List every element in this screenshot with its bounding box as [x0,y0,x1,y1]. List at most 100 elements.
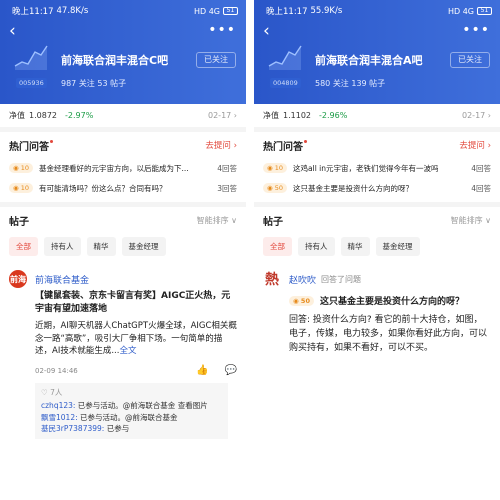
nav-value: 1.0872 [29,111,57,120]
coin-badge: ◉ 10 [9,163,34,173]
status-net: 47.8K/s [56,6,89,16]
status-right: HD 4G 51 [448,7,492,16]
filter-featured[interactable]: 精华 [86,237,116,256]
reply-item: 基民3rP7387399: 已参与 [41,423,222,435]
more-icon[interactable]: ••• [208,22,236,38]
left-screen: 晚上11:17 47.8K/s HD 4G 51 ‹ ••• 前海联合润丰混合C… [0,0,246,500]
header: 晚上11:17 47.8K/s HD 4G 51 ‹ ••• 前海联合润丰混合C… [0,0,246,104]
nav-change: -2.96% [319,111,348,120]
post-card[interactable]: 熱 赵吹吹 回答了问题 ◉ 50 这只基金主要是投资什么方向的呀？ 回答: 投资… [254,264,500,355]
avatar[interactable]: 熱 [263,270,281,288]
back-icon[interactable]: ‹ [263,22,270,40]
filter-all[interactable]: 全部 [263,237,292,256]
nav-row[interactable]: 净值 1.0872 -2.97% 02-17 › [0,104,246,132]
post-author-row: 熱 赵吹吹 回答了问题 [263,268,491,290]
coin-badge: ◉ 50 [289,295,314,306]
qa-item[interactable]: ◉ 50 这只基金主要是投资什么方向的呀？ 4回答 [254,178,500,198]
right-screen: 晚上11:17 55.9K/s HD 4G 51 ‹ ••• 前海联合润丰混合A… [254,0,500,500]
coin-badge: ◉ 10 [263,163,288,173]
status-signal: HD 4G [193,6,220,16]
qa-text: 这鸡all in元宇宙，老铁们觉得今年有一波吗 [293,163,439,173]
follow-button[interactable]: 已关注 [450,52,490,68]
post-card[interactable]: 前海 前海联合基金 【键鼠套装、京东卡留言有奖】AIGC正火热，元宇宙有望加速落… [0,264,246,439]
qa-section-title: 热门问答 [9,141,49,153]
qa-count: 3回答 [217,183,237,193]
sort-dropdown[interactable]: 智能排序 ∨ [197,215,237,226]
post-text-wrap: 近期，AI聊天机器人ChatGPT火爆全球，AIGC相关概念一路“高歌”，吸引大… [35,320,237,358]
red-dot-icon [50,139,53,143]
filter-chips: 全部 持有人 精华 基金经理 [254,233,500,264]
ask-question-link[interactable]: 去提问 › [459,139,491,151]
comment-icon[interactable]: 💬 [225,365,237,376]
reply-user[interactable]: czhq123: [41,401,75,410]
nav-value: 1.1102 [283,111,311,120]
nav-label: 净值 [9,111,25,120]
qa-section-header: 热门问答 去提问 › [0,132,246,158]
post-author-row: 前海 前海联合基金 [9,268,237,290]
filter-holders[interactable]: 持有人 [44,237,81,256]
author-name[interactable]: 前海联合基金 [35,273,89,286]
qa-section-header: 热门问答 去提问 › [254,132,500,158]
post-headline: 【键鼠套装、京东卡留言有奖】AIGC正火热，元宇宙有望加速落地 [35,291,231,314]
reply-user[interactable]: 飘雪1012: [41,413,78,422]
qa-text: 这只基金主要是投资什么方向的呀？ [293,183,414,193]
posts-section-header: 帖子 智能排序 ∨ [0,207,246,233]
filter-holders[interactable]: 持有人 [298,237,335,256]
post-date: 02-09 14:46 [35,366,78,375]
sparkline-icon [14,45,48,70]
posts-section-header: 帖子 智能排序 ∨ [254,207,500,233]
post-actions: 👍 💬 [196,365,237,376]
replies-box[interactable]: ♡ 7人 czhq123: 已参与活动。@前海联合基金 查看图片 飘雪1012:… [35,382,228,439]
filter-manager[interactable]: 基金经理 [375,237,420,256]
ask-question-link[interactable]: 去提问 › [205,139,237,151]
posts-section-title: 帖子 [9,216,29,228]
status-bar: 晚上11:17 47.8K/s HD 4G 51 [12,4,238,18]
back-icon[interactable]: ‹ [9,22,16,40]
post-question[interactable]: ◉ 50 这只基金主要是投资什么方向的呀？ [289,294,491,307]
more-icon[interactable]: ••• [462,22,490,38]
reply-user[interactable]: 基民3rP7387399: [41,424,104,433]
filter-all[interactable]: 全部 [9,237,38,256]
author-name[interactable]: 赵吹吹 [289,273,316,286]
question-text: 这只基金主要是投资什么方向的呀？ [319,297,464,307]
answer-text: 回答: 投资什么方向? 看它的前十大持仓，如图，电子，传媒，电力较多，如果你看好… [289,315,488,353]
avatar[interactable]: 前海 [9,270,27,288]
follow-button[interactable]: 已关注 [196,52,236,68]
reply-item: 飘雪1012: 已参与活动。@前海联合基金 [41,412,222,424]
post-body[interactable]: 【键鼠套装、京东卡留言有奖】AIGC正火热，元宇宙有望加速落地 近期，AI聊天机… [35,290,237,358]
header: 晚上11:17 55.9K/s HD 4G 51 ‹ ••• 前海联合润丰混合A… [254,0,500,104]
answered-label: 回答了问题 [321,274,362,284]
post-body[interactable]: 回答: 投资什么方向? 看它的前十大持仓，如图，电子，传媒，电力较多，如果你看好… [289,313,491,355]
fund-code: 005936 [16,78,47,88]
qa-item[interactable]: ◉ 10 这鸡all in元宇宙，老铁们觉得今年有一波吗 4回答 [254,158,500,178]
bar-title: 前海联合润丰混合A吧 [315,54,423,67]
reply-text: 已参与活动。@前海联合基金 [77,412,178,422]
status-time: 晚上11:17 [12,7,54,17]
qa-item[interactable]: ◉ 10 有可能清场吗？份这么点？合同有吗？ 3回答 [0,178,246,198]
battery-icon: 51 [223,7,238,15]
qa-text: 有可能清场吗？份这么点？合同有吗？ [39,183,167,193]
status-right: HD 4G 51 [194,7,238,16]
battery-icon: 51 [477,7,492,15]
qa-item[interactable]: ◉ 10 基金经理看好的元宇宙方向，以后能成为下... 4回答 [0,158,246,178]
coin-badge: ◉ 10 [9,183,34,193]
reply-item: czhq123: 已参与活动。@前海联合基金 查看图片 [41,400,222,412]
full-text-link[interactable]: 全文 [119,346,136,356]
status-time: 晚上11:17 [266,7,308,17]
status-net: 55.9K/s [310,6,343,16]
qa-count: 4回答 [471,163,491,173]
coin-badge: ◉ 50 [263,183,288,193]
separator [246,0,254,500]
filter-featured[interactable]: 精华 [340,237,370,256]
qa-text: 基金经理看好的元宇宙方向，以后能成为下... [39,163,189,173]
qa-count: 4回答 [217,163,237,173]
nav-date: 02-17 › [208,111,237,120]
filter-manager[interactable]: 基金经理 [121,237,166,256]
nav-date: 02-17 › [462,111,491,120]
posts-section-title: 帖子 [263,216,283,228]
filter-chips: 全部 持有人 精华 基金经理 [0,233,246,264]
like-icon[interactable]: 👍 [196,365,208,376]
nav-row[interactable]: 净值 1.1102 -2.96% 02-17 › [254,104,500,132]
reply-text: 已参与活动。@前海联合基金 查看图片 [75,401,208,410]
sort-dropdown[interactable]: 智能排序 ∨ [451,215,491,226]
